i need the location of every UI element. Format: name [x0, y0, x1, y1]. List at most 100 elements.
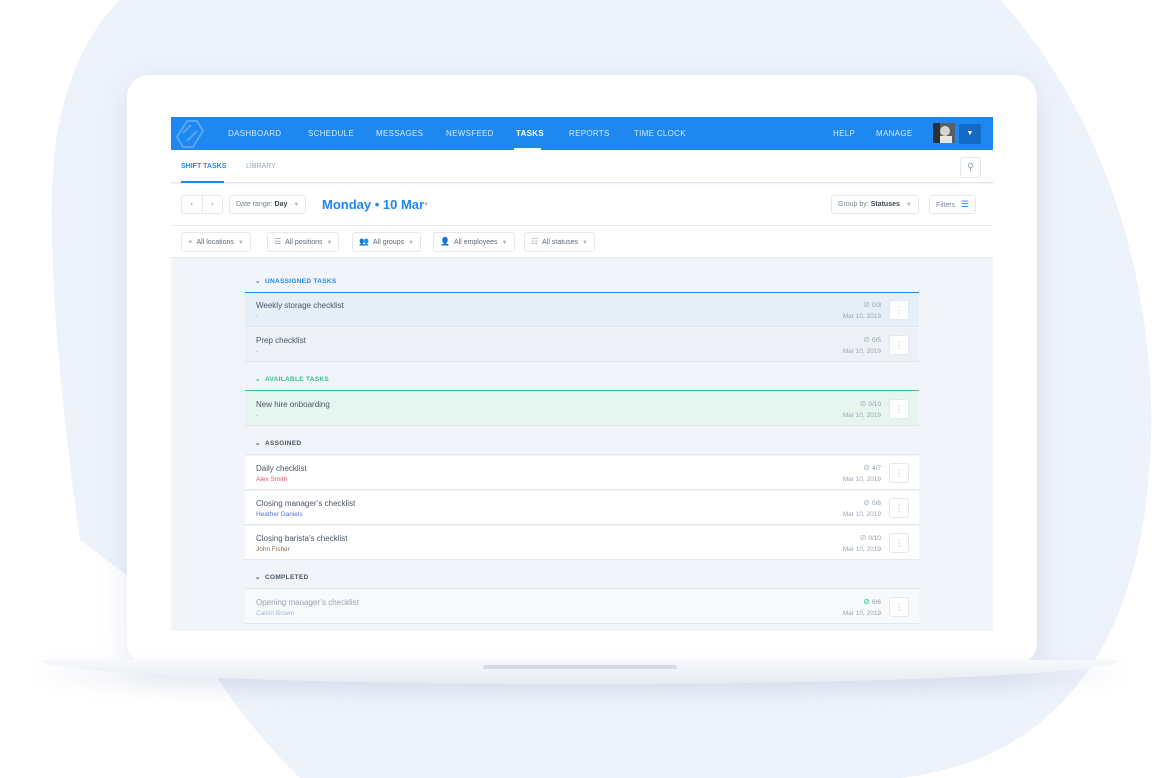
- chevron-down-icon: ⌄: [255, 376, 261, 383]
- more-options-button[interactable]: ⋮: [889, 533, 909, 553]
- task-list: ⌄ UNASSIGNED TASKS Weekly storage checkl…: [245, 259, 919, 631]
- section-unassigned-header[interactable]: ⌄ UNASSIGNED TASKS: [245, 259, 919, 293]
- section-divider: [245, 454, 919, 455]
- more-options-button[interactable]: ⋮: [889, 498, 909, 518]
- task-row[interactable]: Daily checklist Alex Smith ⊘ 4/7 Mar 10, …: [245, 456, 919, 490]
- task-title: Closing barista’s checklist: [256, 534, 348, 543]
- task-title: New hire onboarding: [256, 400, 330, 409]
- employee-filter[interactable]: 👤 All employees ▼: [433, 232, 515, 252]
- task-row[interactable]: Weekly storage checklist - ⊘ 0/3 Mar 10, …: [245, 293, 919, 327]
- brand-logo-icon[interactable]: [173, 117, 205, 150]
- task-title: Prep checklist: [256, 336, 306, 345]
- task-assignee: -: [256, 313, 259, 320]
- next-day-button[interactable]: ›: [203, 196, 223, 213]
- chevron-down-icon: ▼: [326, 240, 333, 246]
- task-date: Mar 10, 2019: [842, 313, 881, 320]
- task-assignee[interactable]: Calvin Brown: [256, 610, 294, 617]
- group-filter-label: All groups: [372, 239, 405, 246]
- location-pin-icon: ⌖: [188, 237, 193, 246]
- chevron-down-icon: ▼: [293, 202, 300, 208]
- group-filter[interactable]: 👥 All groups ▼: [352, 232, 422, 252]
- status-filter[interactable]: ☷ All statuses ▼: [524, 232, 595, 252]
- section-available-header[interactable]: ⌄ AVAILABLE TASKS: [245, 357, 919, 391]
- task-assignee[interactable]: Alex Smith: [256, 476, 287, 483]
- location-filter[interactable]: ⌖ All locations ▼: [181, 232, 251, 252]
- avatar[interactable]: [933, 123, 955, 143]
- more-options-button[interactable]: ⋮: [889, 463, 909, 483]
- filters-button[interactable]: Filters ☰: [929, 195, 977, 214]
- more-options-button[interactable]: ⋮: [889, 300, 909, 320]
- position-filter[interactable]: ☰ All positions ▼: [267, 232, 340, 252]
- task-row[interactable]: Opening manager’s checklist Calvin Brown…: [245, 590, 919, 624]
- task-row[interactable]: Closing manager’s checklist Heather Dani…: [245, 491, 919, 525]
- prev-day-button[interactable]: ‹: [182, 196, 203, 213]
- checklist-icon: ☷: [531, 237, 539, 246]
- task-date: Mar 10, 2019: [842, 546, 881, 553]
- nav-manage[interactable]: MANAGE: [876, 129, 912, 138]
- search-button[interactable]: ⚲: [960, 157, 981, 178]
- app-screen: DASHBOARD SCHEDULE MESSAGES NEWSFEED TAS…: [171, 117, 993, 631]
- date-range-label: Date range:: [236, 201, 273, 208]
- group-by-label: Group by:: [838, 201, 869, 208]
- task-assignee[interactable]: John Fisher: [256, 546, 290, 553]
- kebab-menu-icon: ⋮: [894, 404, 904, 414]
- task-date: Mar 10, 2019: [842, 511, 881, 518]
- nav-help[interactable]: HELP: [833, 129, 855, 138]
- tab-library[interactable]: LIBRARY: [246, 163, 276, 170]
- account-dropdown-button[interactable]: ▼: [959, 124, 981, 144]
- person-icon: 👤: [440, 237, 450, 246]
- chevron-down-icon: ▼: [905, 202, 912, 208]
- task-assignee[interactable]: Heather Daniels: [256, 511, 303, 518]
- section-divider: [245, 390, 919, 391]
- more-options-button[interactable]: ⋮: [889, 399, 909, 419]
- date-range-value: Day: [274, 201, 288, 208]
- task-progress: 0/5: [871, 337, 881, 344]
- section-divider: [245, 588, 919, 589]
- task-assignee: -: [256, 412, 259, 419]
- section-assigned-header[interactable]: ⌄ ASSGINED: [245, 421, 919, 455]
- section-completed-header[interactable]: ⌄ COMPLETED: [245, 555, 919, 589]
- chevron-down-icon: ⌄: [255, 574, 261, 581]
- check-circle-icon: ⊘: [863, 300, 870, 309]
- sub-tabs: SHIFT TASKS LIBRARY: [171, 150, 993, 183]
- section-assigned-label: ASSGINED: [264, 440, 302, 447]
- chevron-down-icon: ▼: [237, 240, 244, 246]
- task-title: Weekly storage checklist: [256, 301, 344, 310]
- task-date: Mar 10, 2019: [842, 610, 881, 617]
- task-progress: 0/10: [868, 401, 881, 408]
- check-circle-icon: ⊘: [863, 498, 870, 507]
- nav-time-clock[interactable]: TIME CLOCK: [634, 129, 686, 138]
- kebab-menu-icon: ⋮: [894, 602, 904, 612]
- check-circle-icon: ⊘: [859, 399, 867, 408]
- employee-filter-label: All employees: [453, 239, 498, 246]
- more-options-button[interactable]: ⋮: [889, 597, 909, 617]
- group-icon: 👥: [359, 237, 369, 246]
- chevron-down-icon[interactable]: ▼: [423, 202, 429, 208]
- nav-messages[interactable]: MESSAGES: [376, 129, 423, 138]
- task-progress: 4/7: [871, 465, 881, 472]
- tab-shift-tasks[interactable]: SHIFT TASKS: [181, 163, 226, 170]
- chevron-down-icon: ⌄: [255, 440, 261, 447]
- toolbar: ‹ › Date range: Day ▼ Monday • 10 Mar ▼ …: [171, 184, 993, 226]
- date-title[interactable]: Monday • 10 Mar: [322, 197, 424, 212]
- section-available-label: AVAILABLE TASKS: [264, 376, 330, 383]
- nav-reports[interactable]: REPORTS: [569, 129, 610, 138]
- nav-newsfeed[interactable]: NEWSFEED: [446, 129, 494, 138]
- more-options-button[interactable]: ⋮: [889, 335, 909, 355]
- check-circle-icon: ⊘: [863, 597, 870, 606]
- nav-schedule[interactable]: SCHEDULE: [308, 129, 354, 138]
- section-unassigned-label: UNASSIGNED TASKS: [264, 278, 337, 285]
- task-date: Mar 10, 2019: [842, 476, 881, 483]
- nav-dashboard[interactable]: DASHBOARD: [228, 129, 281, 138]
- filters-label: Filters: [936, 202, 956, 209]
- kebab-menu-icon: ⋮: [894, 305, 904, 315]
- search-icon: ⚲: [966, 162, 975, 173]
- group-by-dropdown[interactable]: Group by: Statuses ▼: [831, 195, 919, 214]
- chevron-down-icon: ▼: [581, 240, 588, 246]
- task-progress: 0/8: [871, 500, 881, 507]
- avatar-photo-icon: [933, 123, 955, 143]
- task-date: Mar 10, 2019: [842, 412, 881, 419]
- group-by-value: Statuses: [870, 201, 900, 208]
- date-range-dropdown[interactable]: Date range: Day ▼: [229, 195, 307, 214]
- nav-tasks[interactable]: TASKS: [516, 129, 544, 138]
